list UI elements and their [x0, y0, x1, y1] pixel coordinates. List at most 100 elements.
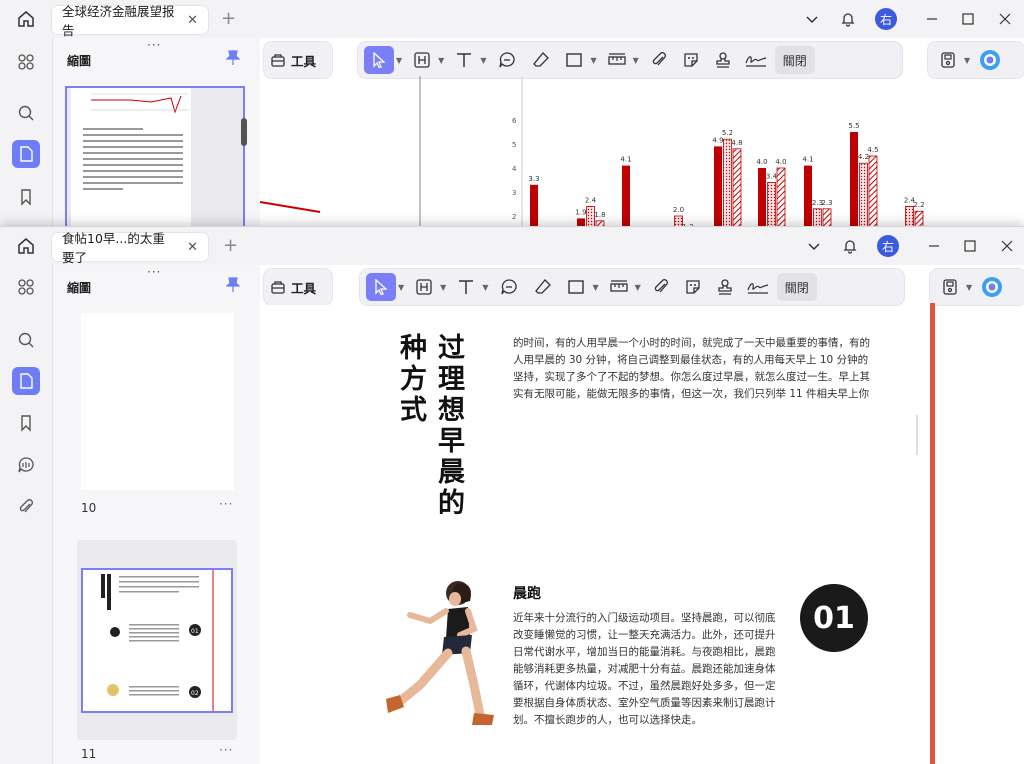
chevron-down-icon[interactable]: ▼	[480, 56, 486, 65]
chevron-down-icon[interactable]: ▼	[966, 283, 972, 292]
highlight-tool-icon[interactable]	[410, 273, 438, 301]
user-avatar[interactable]: 右	[876, 233, 900, 259]
stamp-icon[interactable]	[711, 273, 739, 301]
signature-icon[interactable]	[741, 46, 771, 74]
bookmark-icon[interactable]	[12, 409, 40, 437]
tab-title: 全球经济金融展望报告	[62, 4, 175, 38]
apps-grid-icon[interactable]	[12, 273, 40, 301]
chevron-down-icon[interactable]: ▼	[590, 56, 596, 65]
select-tool-icon[interactable]	[364, 46, 394, 74]
annotation-toolbar: ▼ ▼ ▼ ▼ ▼ 關閉	[360, 269, 904, 305]
pin-icon[interactable]	[225, 50, 241, 70]
home-icon[interactable]	[14, 235, 38, 257]
page-thumbnail[interactable]	[65, 86, 247, 226]
search-icon[interactable]	[12, 99, 40, 127]
page-thumbnail-11-wrapper[interactable]: 01 02	[77, 540, 237, 740]
data-label: 5.2	[722, 129, 733, 137]
comment-tool-icon[interactable]	[492, 46, 522, 74]
measure-tool-icon[interactable]	[605, 273, 633, 301]
close-tab-icon[interactable]: ✕	[187, 13, 198, 28]
chat-ai-icon[interactable]	[12, 451, 40, 479]
apps-grid-icon[interactable]	[12, 48, 40, 76]
bar	[905, 205, 914, 226]
tools-button[interactable]: 工具	[270, 273, 316, 301]
chevron-down-icon[interactable]: ▼	[635, 283, 641, 292]
attachment-icon[interactable]	[647, 273, 675, 301]
pin-icon[interactable]	[225, 277, 241, 297]
close-toolbar-button[interactable]: 關閉	[776, 273, 817, 301]
text-tool-icon[interactable]	[452, 273, 480, 301]
tools-button[interactable]: 工具	[270, 46, 316, 74]
close-window-icon[interactable]	[997, 233, 1017, 259]
ai-assistant-icon[interactable]	[978, 273, 1006, 301]
thumbnail-scrollbar[interactable]	[241, 118, 247, 146]
sticker-icon[interactable]	[677, 46, 705, 74]
data-label: 2.0	[673, 206, 684, 214]
close-toolbar-button[interactable]: 關閉	[774, 46, 815, 74]
save-icon[interactable]	[936, 273, 964, 301]
chevron-down-icon[interactable]: ▼	[396, 56, 402, 65]
close-tab-icon[interactable]: ✕	[187, 240, 198, 255]
chevron-down-icon[interactable]: ▼	[964, 56, 970, 65]
maximize-icon[interactable]	[960, 233, 980, 259]
eraser-tool-icon[interactable]	[526, 46, 556, 74]
chevron-down-icon[interactable]: ▼	[482, 283, 488, 292]
page-thumbnail-10[interactable]	[81, 313, 234, 490]
chevron-down-icon[interactable]	[805, 233, 823, 259]
y-tick-label: 5	[512, 141, 516, 149]
page-red-rule	[930, 303, 935, 764]
save-icon[interactable]	[934, 46, 962, 74]
bar	[767, 182, 776, 226]
attachment-icon[interactable]	[645, 46, 673, 74]
new-tab-button[interactable]: +	[223, 235, 238, 256]
rectangle-tool-icon[interactable]	[560, 46, 588, 74]
ai-assistant-icon[interactable]	[976, 46, 1004, 74]
highlight-tool-icon[interactable]	[408, 46, 436, 74]
select-tool-icon[interactable]	[366, 273, 396, 301]
sticker-icon[interactable]	[679, 273, 707, 301]
measure-tool-icon[interactable]	[603, 46, 631, 74]
data-label: 4.1	[802, 156, 813, 164]
attachment-icon[interactable]	[12, 493, 40, 521]
chevron-down-icon[interactable]: ▼	[438, 56, 444, 65]
minimize-icon[interactable]	[922, 6, 942, 32]
bar	[850, 132, 858, 226]
bar	[530, 184, 538, 226]
bar	[914, 210, 924, 226]
panel-resize-handle[interactable]: ···	[147, 38, 161, 52]
pages-icon[interactable]	[12, 367, 40, 395]
tab-economic-report[interactable]: 全球经济金融展望报告 ✕	[52, 4, 208, 38]
home-icon[interactable]	[14, 8, 38, 30]
more-options-icon[interactable]: ···	[219, 743, 233, 757]
bookmark-icon[interactable]	[12, 183, 40, 211]
text-tool-icon[interactable]	[450, 46, 478, 74]
chevron-down-icon[interactable]	[803, 6, 821, 32]
chevron-down-icon[interactable]: ▼	[592, 283, 598, 292]
more-options-icon[interactable]: ···	[219, 497, 233, 511]
signature-icon[interactable]	[743, 273, 773, 301]
bar	[776, 167, 786, 226]
panel-resize-handle[interactable]: ···	[147, 265, 161, 279]
stamp-icon[interactable]	[709, 46, 737, 74]
page-thumbnail-11[interactable]: 01 02	[81, 568, 233, 713]
section-paragraph: 近年来十分流行的入门级运动项目。坚持晨跑，可以彻底改变睡懒觉的习惯，让一整天充满…	[513, 612, 776, 726]
maximize-icon[interactable]	[958, 6, 978, 32]
comment-tool-icon[interactable]	[494, 273, 524, 301]
page-gray-edge	[916, 415, 918, 455]
close-window-icon[interactable]	[995, 6, 1015, 32]
new-tab-button[interactable]: +	[221, 8, 236, 29]
chevron-down-icon[interactable]: ▼	[440, 283, 446, 292]
chevron-down-icon[interactable]: ▼	[633, 56, 639, 65]
bell-icon[interactable]	[838, 6, 858, 32]
left-rail	[0, 265, 52, 764]
pages-icon[interactable]	[12, 140, 40, 168]
thumbnail-panel: ··· 縮圖 10 ··· 01 02 11 ···	[52, 265, 260, 764]
tab-morning-article[interactable]: 食帖10早...的太重要了 ✕	[52, 231, 208, 265]
chevron-down-icon[interactable]: ▼	[398, 283, 404, 292]
bell-icon[interactable]	[840, 233, 860, 259]
rectangle-tool-icon[interactable]	[562, 273, 590, 301]
minimize-icon[interactable]	[924, 233, 944, 259]
search-icon[interactable]	[12, 326, 40, 354]
user-avatar[interactable]: 右	[874, 6, 898, 32]
eraser-tool-icon[interactable]	[528, 273, 558, 301]
